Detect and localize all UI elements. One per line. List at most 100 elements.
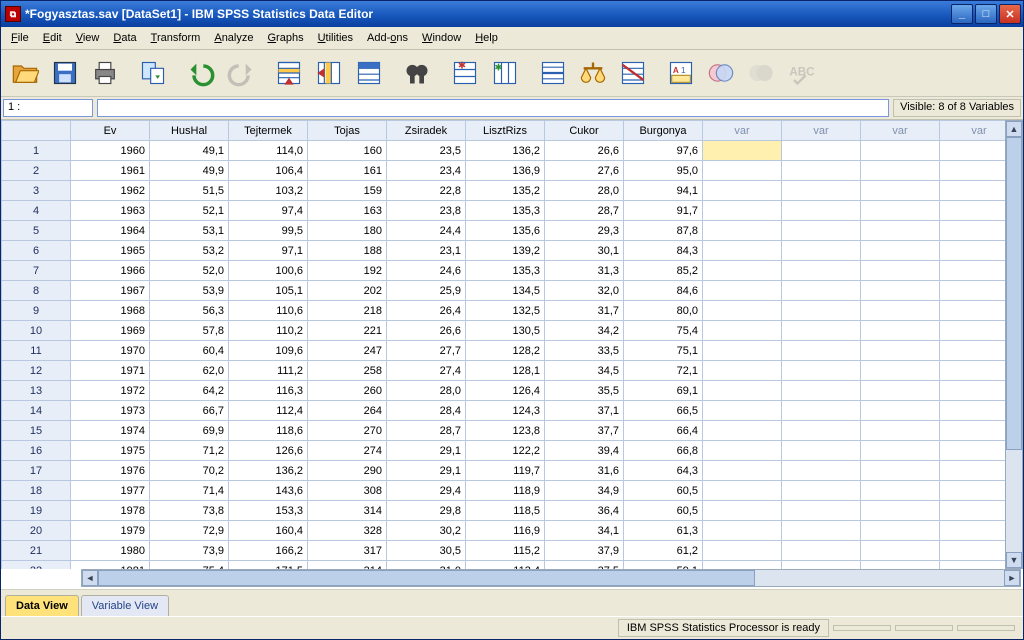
tab-data-view[interactable]: Data View [5,595,79,616]
data-cell[interactable]: 1971 [71,361,150,381]
data-cell[interactable]: 53,1 [150,221,229,241]
empty-cell[interactable] [861,361,940,381]
data-cell[interactable]: 36,4 [545,501,624,521]
empty-cell[interactable] [703,461,782,481]
data-cell[interactable]: 260 [308,381,387,401]
data-cell[interactable]: 31,6 [545,461,624,481]
row-header[interactable]: 14 [2,401,71,421]
data-cell[interactable]: 32,0 [545,281,624,301]
menu-edit[interactable]: Edit [37,30,68,46]
data-cell[interactable]: 221 [308,321,387,341]
data-cell[interactable]: 91,7 [624,201,703,221]
empty-cell[interactable] [703,381,782,401]
empty-cell[interactable] [940,261,1006,281]
data-cell[interactable]: 66,8 [624,441,703,461]
data-cell[interactable]: 130,5 [466,321,545,341]
split-file-button[interactable] [535,55,571,91]
empty-cell[interactable] [703,521,782,541]
column-header-tejtermek[interactable]: Tejtermek [229,121,308,141]
data-cell[interactable]: 27,7 [387,341,466,361]
data-cell[interactable]: 23,1 [387,241,466,261]
empty-cell[interactable] [703,421,782,441]
data-cell[interactable]: 61,2 [624,541,703,561]
data-cell[interactable]: 139,2 [466,241,545,261]
data-cell[interactable]: 39,4 [545,441,624,461]
data-cell[interactable]: 317 [308,541,387,561]
data-cell[interactable]: 85,2 [624,261,703,281]
data-cell[interactable]: 28,7 [387,421,466,441]
data-cell[interactable]: 1973 [71,401,150,421]
empty-cell[interactable] [861,241,940,261]
value-labels-button[interactable]: A1 [663,55,699,91]
data-cell[interactable]: 135,6 [466,221,545,241]
select-cases-button[interactable] [615,55,651,91]
data-cell[interactable]: 1963 [71,201,150,221]
scroll-right-arrow[interactable]: ► [1004,570,1020,586]
empty-cell[interactable] [940,301,1006,321]
data-cell[interactable]: 30,1 [545,241,624,261]
data-cell[interactable]: 1976 [71,461,150,481]
data-cell[interactable]: 69,9 [150,421,229,441]
data-cell[interactable]: 53,2 [150,241,229,261]
data-cell[interactable]: 28,0 [387,381,466,401]
data-cell[interactable]: 274 [308,441,387,461]
data-cell[interactable]: 97,1 [229,241,308,261]
data-cell[interactable]: 135,3 [466,201,545,221]
data-cell[interactable]: 73,8 [150,501,229,521]
data-cell[interactable]: 111,2 [229,361,308,381]
data-cell[interactable]: 1977 [71,481,150,501]
data-cell[interactable]: 75,4 [150,561,229,570]
data-cell[interactable]: 118,9 [466,481,545,501]
data-cell[interactable]: 34,9 [545,481,624,501]
empty-cell[interactable] [940,461,1006,481]
row-header[interactable]: 21 [2,541,71,561]
data-cell[interactable]: 56,3 [150,301,229,321]
data-cell[interactable]: 118,6 [229,421,308,441]
empty-cell[interactable] [861,561,940,570]
empty-cell[interactable] [940,481,1006,501]
empty-cell[interactable] [861,401,940,421]
data-cell[interactable]: 1974 [71,421,150,441]
variables-button[interactable] [351,55,387,91]
scroll-left-arrow[interactable]: ◄ [82,570,98,586]
close-button[interactable]: ✕ [999,4,1021,24]
data-cell[interactable]: 112,4 [229,401,308,421]
data-cell[interactable]: 163 [308,201,387,221]
data-cell[interactable]: 22,8 [387,181,466,201]
empty-cell[interactable] [940,321,1006,341]
empty-cell[interactable] [703,361,782,381]
data-cell[interactable]: 264 [308,401,387,421]
data-cell[interactable]: 52,1 [150,201,229,221]
corner-cell[interactable] [2,121,71,141]
data-cell[interactable]: 70,2 [150,461,229,481]
vscroll-thumb[interactable] [1006,137,1022,450]
data-cell[interactable]: 52,0 [150,261,229,281]
menu-utilities[interactable]: Utilities [312,30,359,46]
empty-cell[interactable] [861,541,940,561]
use-sets-button[interactable] [703,55,739,91]
row-header[interactable]: 5 [2,221,71,241]
column-header-empty[interactable]: var [703,121,782,141]
data-cell[interactable]: 1978 [71,501,150,521]
empty-cell[interactable] [782,441,861,461]
empty-cell[interactable] [940,501,1006,521]
empty-cell[interactable] [861,281,940,301]
data-cell[interactable]: 118,5 [466,501,545,521]
data-cell[interactable]: 113,4 [466,561,545,570]
data-cell[interactable]: 106,4 [229,161,308,181]
empty-cell[interactable] [940,561,1006,570]
goto-variable-button[interactable] [311,55,347,91]
empty-cell[interactable] [703,221,782,241]
data-cell[interactable]: 60,5 [624,501,703,521]
empty-cell[interactable] [940,341,1006,361]
column-header-lisztrizs[interactable]: LisztRizs [466,121,545,141]
data-cell[interactable]: 247 [308,341,387,361]
data-cell[interactable]: 135,3 [466,261,545,281]
open-button[interactable] [7,55,43,91]
data-cell[interactable]: 115,2 [466,541,545,561]
data-cell[interactable]: 109,6 [229,341,308,361]
recall-dialog-button[interactable] [135,55,171,91]
data-cell[interactable]: 161 [308,161,387,181]
row-header[interactable]: 13 [2,381,71,401]
goto-case-button[interactable] [271,55,307,91]
